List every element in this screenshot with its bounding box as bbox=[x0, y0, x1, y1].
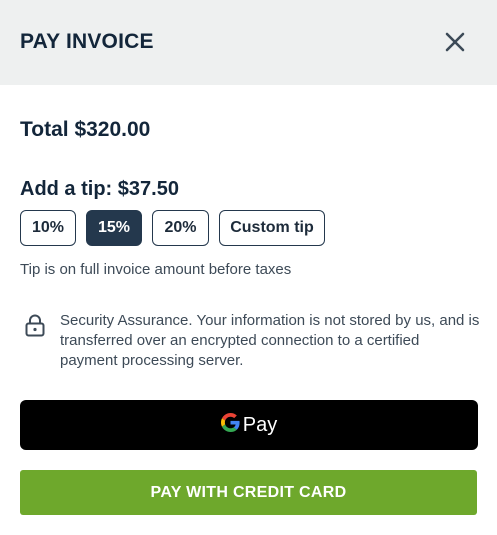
tip-note: Tip is on full invoice amount before tax… bbox=[20, 261, 292, 278]
tip-options: 10% 15% 20% Custom tip bbox=[20, 210, 325, 246]
pay-with-credit-card-button[interactable]: PAY WITH CREDIT CARD bbox=[20, 470, 477, 515]
modal-header: PAY INVOICE bbox=[0, 0, 497, 85]
lock-icon bbox=[24, 313, 46, 337]
close-icon[interactable] bbox=[440, 27, 470, 57]
google-pay-label: Pay bbox=[242, 413, 278, 436]
tip-20-button[interactable]: 20% bbox=[152, 210, 209, 246]
security-assurance-text: Security Assurance. Your information is … bbox=[60, 312, 480, 369]
invoice-total: Total $320.00 bbox=[20, 118, 151, 141]
modal-title: PAY INVOICE bbox=[20, 30, 154, 53]
custom-tip-button[interactable]: Custom tip bbox=[219, 210, 325, 246]
tip-15-button[interactable]: 15% bbox=[86, 210, 142, 246]
google-g-icon bbox=[220, 413, 240, 437]
google-pay-button[interactable]: Pay bbox=[20, 400, 478, 450]
tip-heading: Add a tip: $37.50 bbox=[20, 178, 179, 200]
tip-10-button[interactable]: 10% bbox=[20, 210, 76, 246]
